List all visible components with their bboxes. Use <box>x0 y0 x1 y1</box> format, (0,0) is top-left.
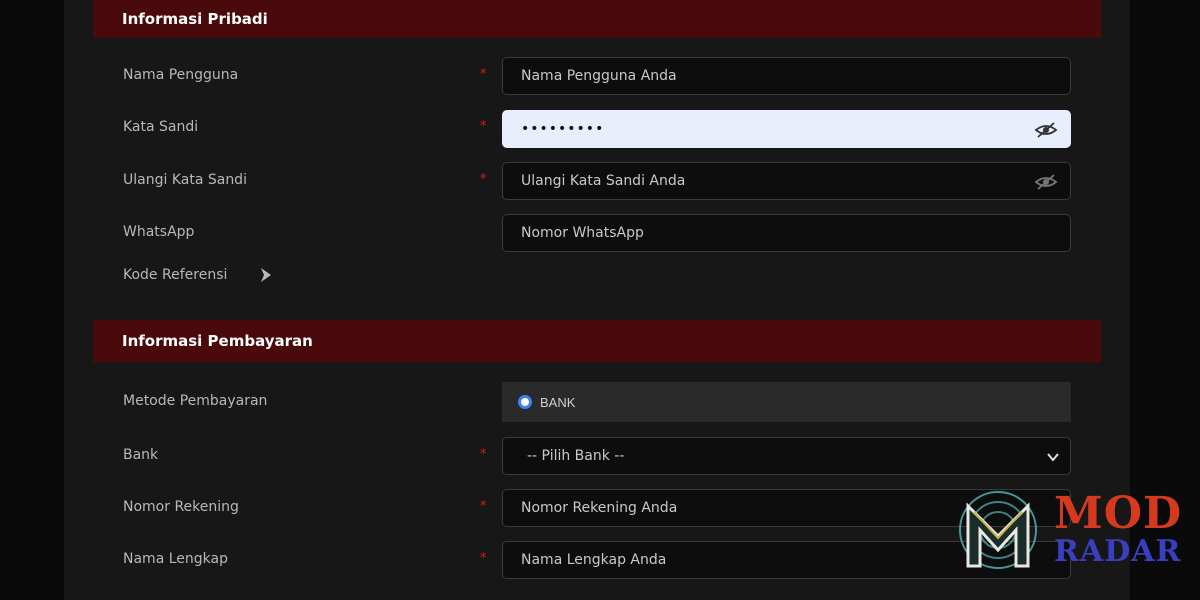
account-number-placeholder: Nomor Rekening Anda <box>521 500 678 516</box>
password-value: ••••••••• <box>521 121 605 137</box>
bank-radio[interactable] <box>518 395 532 409</box>
payment-method-options: BANK <box>502 382 1071 422</box>
eye-slash-icon[interactable] <box>1034 172 1058 192</box>
bank-select[interactable]: -- Pilih Bank -- <box>502 437 1071 475</box>
full-name-required-mark: * <box>480 551 487 566</box>
password-required-mark: * <box>480 119 487 134</box>
bank-radio-label[interactable]: BANK <box>540 395 575 410</box>
username-label: Nama Pengguna <box>123 67 239 83</box>
whatsapp-label: WhatsApp <box>123 224 195 240</box>
password-input[interactable]: ••••••••• <box>502 110 1071 148</box>
full-name-label: Nama Lengkap <box>123 551 228 567</box>
logo-text-mod: MOD <box>1054 488 1183 539</box>
confirm-password-required-mark: * <box>480 172 487 187</box>
payment-method-label: Metode Pembayaran <box>123 393 268 409</box>
account-number-label: Nomor Rekening <box>123 499 239 515</box>
section-title-payment: Informasi Pembayaran <box>122 332 313 350</box>
full-name-placeholder: Nama Lengkap Anda <box>521 552 667 568</box>
bank-required-mark: * <box>480 447 487 462</box>
whatsapp-placeholder: Nomor WhatsApp <box>521 225 644 241</box>
chevron-right-icon[interactable] <box>258 267 274 283</box>
section-header-personal: Informasi Pribadi <box>93 0 1101 38</box>
modradar-watermark: MOD RADAR <box>952 486 1182 582</box>
username-required-mark: * <box>480 67 487 82</box>
section-title-personal: Informasi Pribadi <box>122 10 268 28</box>
referral-toggle[interactable]: Kode Referensi <box>123 265 227 285</box>
username-input[interactable]: Nama Pengguna Anda <box>502 57 1071 95</box>
confirm-password-input[interactable]: Ulangi Kata Sandi Anda <box>502 162 1071 200</box>
page-margin-left <box>0 0 64 600</box>
logo-text-radar: RADAR <box>1054 534 1182 569</box>
section-header-payment: Informasi Pembayaran <box>93 320 1101 362</box>
whatsapp-input[interactable]: Nomor WhatsApp <box>502 214 1071 252</box>
chevron-down-icon <box>1046 450 1060 464</box>
confirm-password-label: Ulangi Kata Sandi <box>123 172 247 188</box>
username-placeholder: Nama Pengguna Anda <box>521 68 677 84</box>
account-number-required-mark: * <box>480 499 487 514</box>
bank-select-value: -- Pilih Bank -- <box>527 448 625 464</box>
modradar-logo-icon <box>959 491 1037 569</box>
bank-label: Bank <box>123 447 159 463</box>
password-label: Kata Sandi <box>123 119 199 135</box>
confirm-password-placeholder: Ulangi Kata Sandi Anda <box>521 173 686 189</box>
eye-slash-icon[interactable] <box>1034 120 1058 140</box>
